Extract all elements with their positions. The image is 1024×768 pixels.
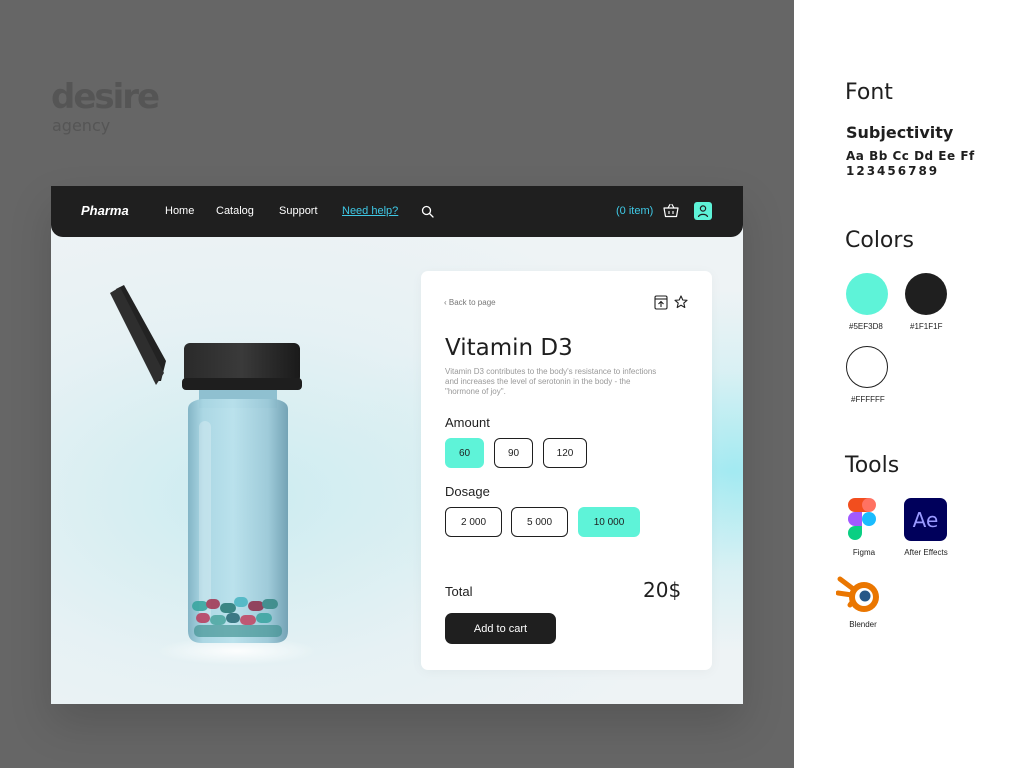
total-label: Total [445, 584, 473, 599]
nav-catalog-link[interactable]: Catalog [216, 205, 254, 217]
agency-brand: desire agency [51, 77, 160, 135]
amount-label: Amount [445, 415, 490, 430]
after-effects-label: After Effects [904, 548, 948, 557]
dosage-option-2000[interactable]: 2 000 [445, 507, 502, 537]
color-label-black: #1F1F1F [910, 322, 943, 331]
color-swatch-mint [846, 273, 888, 315]
user-icon [697, 205, 709, 218]
color-label-mint: #5EF3D8 [849, 322, 883, 331]
nav-support-link[interactable]: Support [279, 205, 318, 217]
star-icon[interactable] [674, 295, 688, 309]
blender-icon [836, 576, 879, 612]
product-description: Vitamin D3 contributes to the body's res… [445, 367, 657, 396]
presentation-background: desire agency Pharma Home Catalog Suppor… [0, 0, 794, 768]
amount-option-90[interactable]: 90 [494, 438, 533, 468]
nav-home-link[interactable]: Home [165, 205, 194, 217]
add-to-cart-button[interactable]: Add to cart [445, 613, 556, 644]
color-label-white: #FFFFFF [851, 395, 885, 404]
color-swatch-white [846, 346, 888, 388]
after-effects-icon-text: Ae [912, 507, 939, 532]
search-icon[interactable] [421, 205, 435, 219]
tools-heading: Tools [845, 453, 900, 478]
brand-subtitle: agency [52, 116, 111, 135]
nav-logo[interactable]: Pharma [81, 203, 129, 218]
product-card: ‹ Back to page Vitamin D3 Vitamin D3 con… [421, 271, 712, 670]
back-to-page-link[interactable]: ‹ Back to page [444, 298, 496, 307]
style-guide-panel: Font Subjectivity Aa Bb Cc Dd Ee Ff 1234… [794, 0, 1024, 768]
font-name: Subjectivity [846, 123, 954, 142]
product-bottle-image [110, 285, 317, 665]
user-account-button[interactable] [694, 202, 712, 220]
nav-help-link[interactable]: Need help? [342, 205, 398, 217]
product-title: Vitamin D3 [445, 335, 573, 361]
dosage-option-10000[interactable]: 10 000 [578, 507, 640, 537]
cart-count[interactable]: (0 item) [616, 205, 653, 217]
dosage-label: Dosage [445, 484, 490, 499]
dosage-option-5000[interactable]: 5 000 [511, 507, 568, 537]
font-sample-digits: 123456789 [846, 164, 940, 178]
brand-name: desire [51, 77, 160, 117]
navbar: Pharma Home Catalog Support Need help? (… [51, 186, 743, 237]
share-icon[interactable] [654, 295, 668, 310]
total-price: 20$ [643, 578, 682, 602]
amount-option-60[interactable]: 60 [445, 438, 484, 468]
after-effects-icon: Ae [904, 498, 947, 541]
color-swatch-black [905, 273, 947, 315]
basket-icon[interactable] [663, 203, 679, 218]
figma-icon [848, 498, 876, 540]
font-sample-letters: Aa Bb Cc Dd Ee Ff [846, 149, 975, 163]
amount-option-120[interactable]: 120 [543, 438, 587, 468]
colors-heading: Colors [845, 228, 914, 253]
figma-label: Figma [852, 548, 876, 557]
font-heading: Font [845, 80, 893, 105]
app-mockup: Pharma Home Catalog Support Need help? (… [51, 186, 743, 704]
blender-label: Blender [849, 620, 877, 629]
